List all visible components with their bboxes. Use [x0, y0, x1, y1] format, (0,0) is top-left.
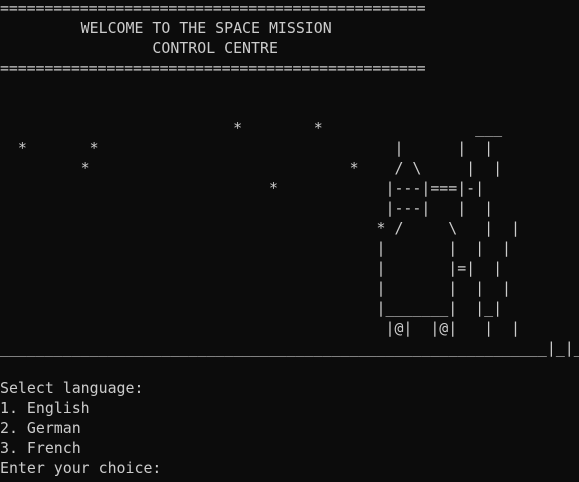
ascii-art-line: * / \ | | [0, 219, 520, 237]
ascii-art-line: * * / \ | | [0, 159, 503, 177]
menu-prompt: Select language: [0, 379, 144, 397]
menu-option-english[interactable]: 1. English [0, 398, 579, 418]
ascii-art-line: |_______| |_| [0, 299, 503, 317]
ascii-art-line: * * | | | [0, 139, 494, 157]
language-menu: Select language: 1. English 2. German 3.… [0, 378, 579, 478]
banner-title-line-1: WELCOME TO THE SPACE MISSION [0, 19, 332, 37]
banner-top-rule: ========================================… [0, 0, 426, 17]
ascii-art-line: | | | | [0, 279, 512, 297]
ascii-rocket-scene: * * ___ * * | | | * * / \ | | * |---|===… [0, 78, 579, 358]
ascii-art-line [0, 78, 579, 98]
choice-input-line[interactable]: Enter your choice: [0, 458, 579, 478]
menu-option-german[interactable]: 2. German [0, 418, 579, 438]
ascii-art-line: * * ___ [0, 119, 503, 137]
ascii-art-line: | | | | [0, 239, 512, 257]
menu-option-french[interactable]: 3. French [0, 438, 579, 458]
ascii-art-line [0, 98, 579, 118]
banner-bottom-rule: ========================================… [0, 59, 426, 77]
ascii-art-line: * |---|===|-| [0, 179, 485, 197]
ascii-art-line: |---| | | [0, 199, 494, 217]
choice-input-prompt: Enter your choice: [0, 459, 162, 477]
ascii-art-line: |@| |@| | | [0, 319, 520, 337]
ascii-ground-line: ________________________________________… [0, 339, 579, 357]
banner-title-line-2: CONTROL CENTRE [0, 39, 278, 57]
ascii-art-line: | |=| | [0, 259, 503, 277]
console-window: ========================================… [0, 0, 579, 482]
